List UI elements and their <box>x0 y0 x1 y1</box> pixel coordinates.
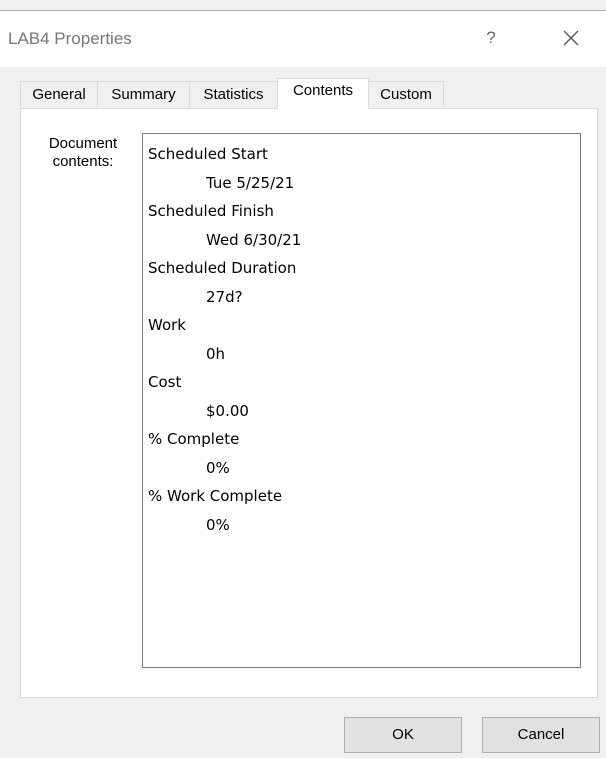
document-contents-list[interactable]: Scheduled Start Tue 5/25/21 Scheduled Fini… <box>142 133 581 668</box>
content-property-name: Work <box>148 316 186 334</box>
close-icon <box>563 30 579 46</box>
tab-general[interactable]: General <box>20 81 98 107</box>
cancel-button[interactable]: Cancel <box>482 717 600 753</box>
window-title: LAB4 Properties <box>8 29 132 48</box>
content-property-name: % Work Complete <box>148 487 283 505</box>
contents-items: Scheduled Start Tue 5/25/21 Scheduled Fini… <box>143 134 580 539</box>
properties-dialog: LAB4 Properties ? General Summary Statis… <box>0 0 606 758</box>
ok-button[interactable]: OK <box>344 717 462 753</box>
content-property-name: % Complete <box>148 430 240 448</box>
content-property-value: 0% <box>206 458 230 477</box>
content-property-value: $0.00 <box>206 401 249 420</box>
content-property-value: Wed 6/30/21 <box>206 230 302 249</box>
content-property-value: 0h <box>206 344 226 363</box>
title-bar: LAB4 Properties ? <box>0 11 606 67</box>
tab-summary[interactable]: Summary <box>97 81 190 107</box>
content-property-name: Scheduled Duration <box>148 259 297 277</box>
contents-panel: Document contents: Scheduled Start Tue 5/… <box>20 108 598 698</box>
content-property-name: Scheduled Finish <box>148 202 274 220</box>
tab-statistics[interactable]: Statistics <box>189 81 278 107</box>
content-property-name: Scheduled Start <box>148 145 268 163</box>
content-property-name: Cost <box>148 373 182 391</box>
document-contents-label: Document contents: <box>48 135 118 170</box>
content-property-value: Tue 5/25/21 <box>206 173 295 192</box>
content-property-value: 27d? <box>206 287 243 306</box>
tab-contents[interactable]: Contents <box>277 78 369 109</box>
tab-custom[interactable]: Custom <box>368 81 444 107</box>
content-property-value: 0% <box>206 515 230 534</box>
help-button[interactable]: ? <box>476 23 506 53</box>
close-button[interactable] <box>556 23 586 53</box>
